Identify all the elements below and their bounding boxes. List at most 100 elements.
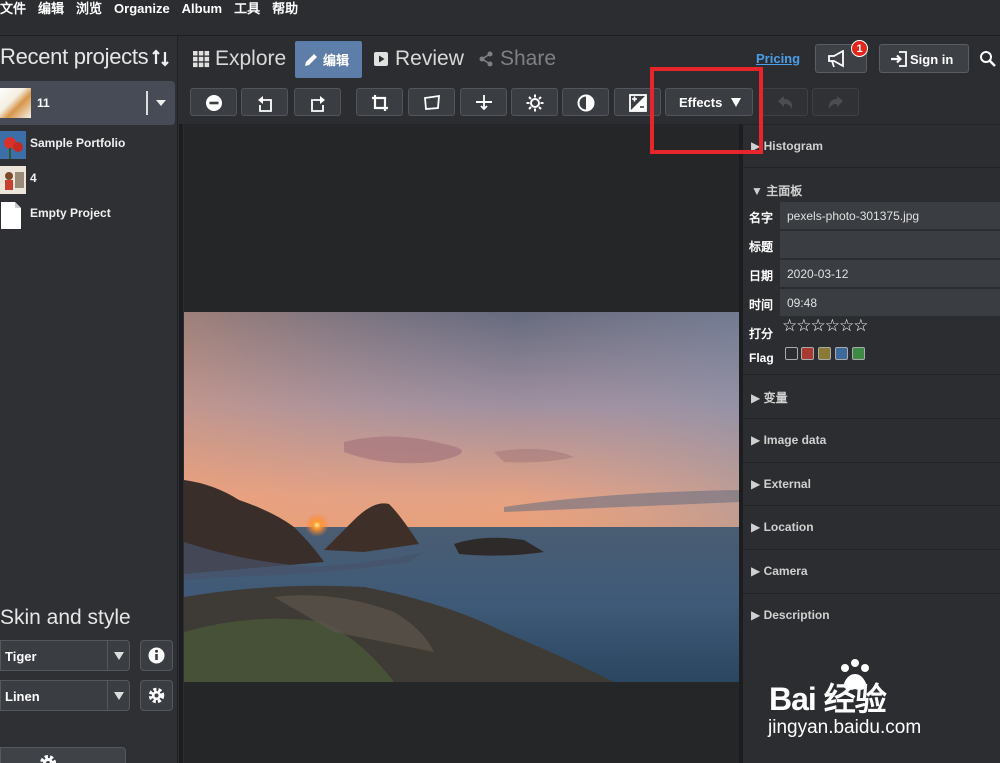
undo-button[interactable] (761, 88, 808, 116)
flag-key: Flag (749, 351, 774, 365)
rotate-left-button[interactable] (241, 88, 288, 116)
section-label: ▶ 变量 (751, 391, 788, 405)
flag-red[interactable] (801, 347, 814, 360)
exposure-icon (629, 94, 647, 112)
star-rating[interactable]: ☆☆☆☆☆☆ (782, 316, 868, 336)
rotate-left-icon (258, 96, 272, 112)
field-name-key: 名字 (749, 211, 774, 225)
contrast-icon (577, 94, 595, 112)
section-variables[interactable]: ▶ 变量 (743, 374, 1000, 417)
megaphone-icon (828, 50, 844, 68)
project-dropdown-toggle[interactable] (146, 91, 170, 115)
field-rating: 打分 ☆☆☆☆☆☆ (743, 316, 1000, 346)
rating-key: 打分 (749, 327, 774, 341)
baidu-watermark: Bai 经验 jingyan.baidu.com (743, 642, 1000, 763)
tab-review[interactable]: Review (373, 40, 464, 78)
signin-label: Sign in (910, 52, 954, 67)
pricing-link[interactable]: Pricing (756, 51, 800, 66)
style-select[interactable]: Linen (0, 680, 130, 711)
section-camera[interactable]: ▶ Camera (743, 549, 1000, 592)
zoom-out-button[interactable] (190, 88, 237, 116)
flag-blue[interactable] (835, 347, 848, 360)
selected-project[interactable]: 11 (0, 81, 175, 125)
perspective-button[interactable] (408, 88, 455, 116)
project-item-sample-portfolio[interactable]: Sample Portfolio (0, 129, 178, 161)
paw-logo-icon (841, 659, 869, 690)
section-label: ▶ Description (751, 608, 830, 622)
project-item-empty-project[interactable]: Empty Project (0, 199, 178, 231)
field-date-input[interactable]: 2020-03-12 (780, 260, 1000, 288)
project-item-label: 4 (30, 171, 37, 185)
crop-icon (372, 95, 388, 111)
section-external[interactable]: ▶ External (743, 462, 1000, 505)
rotate-right-button[interactable] (294, 88, 341, 116)
menu-help[interactable]: 帮助 (266, 0, 304, 20)
info-icon (148, 647, 165, 664)
play-icon (374, 52, 388, 66)
tab-edit[interactable]: 编辑 (295, 41, 362, 78)
field-title-input[interactable] (780, 231, 1000, 259)
settings-button[interactable]: 设置 (0, 747, 126, 763)
section-main-label[interactable]: ▼ 主面板 (751, 182, 802, 199)
crop-button[interactable] (356, 88, 403, 116)
left-splitter[interactable] (179, 124, 183, 763)
field-flag: Flag (743, 344, 1000, 372)
menu-edit[interactable]: 编辑 (32, 0, 70, 20)
section-histogram[interactable]: ▶ Histogram (743, 124, 1000, 167)
section-description[interactable]: ▶ Description (743, 593, 1000, 636)
field-date-key: 日期 (749, 269, 774, 283)
section-image-data[interactable]: ▶ Image data (743, 418, 1000, 461)
menu-browse[interactable]: 浏览 (70, 0, 108, 20)
flag-green[interactable] (852, 347, 865, 360)
tab-edit-label: 编辑 (323, 53, 350, 68)
info-button[interactable] (140, 640, 173, 671)
straighten-button[interactable] (460, 88, 507, 116)
project-thumbnail (0, 88, 31, 118)
document-icon (1, 202, 21, 229)
tab-explore-label: Explore (215, 47, 287, 70)
project-item-4[interactable]: 4 (0, 164, 178, 196)
project-item-label: Empty Project (30, 206, 111, 220)
section-label: ▶ Location (751, 520, 814, 534)
adjust-button[interactable] (511, 88, 558, 116)
watermark-url: jingyan.baidu.com (768, 717, 922, 738)
flag-none[interactable] (785, 347, 798, 360)
grid-icon (193, 51, 210, 68)
section-label: ▶ External (751, 477, 811, 491)
edit-toolbar: Effects (180, 80, 1000, 124)
signin-button[interactable]: Sign in (879, 44, 969, 73)
sort-icon[interactable] (151, 48, 171, 68)
tab-share[interactable]: Share (478, 40, 556, 78)
menu-file[interactable]: 文件 (0, 0, 32, 20)
skin-select[interactable]: Tiger (0, 640, 130, 671)
redo-button[interactable] (812, 88, 859, 116)
undo-icon (778, 96, 793, 109)
pencil-icon (305, 53, 317, 66)
menu-album[interactable]: Album (176, 0, 228, 20)
field-time-input[interactable]: 09:48 (780, 289, 1000, 317)
field-time: 时间 09:48 (743, 289, 1000, 317)
gear-icon (148, 687, 165, 704)
tab-explore[interactable]: Explore (192, 40, 286, 78)
minus-circle-icon (206, 95, 222, 111)
field-name-input[interactable]: pexels-photo-301375.jpg (780, 202, 1000, 230)
section-label: ▶ Image data (751, 433, 827, 447)
tab-review-label: Review (395, 47, 464, 70)
menu-tools[interactable]: 工具 (228, 0, 266, 20)
image-canvas (184, 124, 739, 763)
menu-organize[interactable]: Organize (108, 0, 176, 20)
field-time-key: 时间 (749, 298, 774, 312)
style-select-value: Linen (5, 689, 40, 704)
flag-yellow[interactable] (818, 347, 831, 360)
notification-badge: 1 (851, 40, 868, 57)
search-icon[interactable] (979, 50, 996, 67)
photo-preview (184, 312, 739, 682)
style-settings-button[interactable] (140, 680, 173, 711)
section-location[interactable]: ▶ Location (743, 505, 1000, 548)
redo-icon (828, 96, 843, 109)
project-thumbnail (0, 131, 26, 159)
contrast-button[interactable] (562, 88, 609, 116)
section-main-panel: ▼ 主面板 名字 pexels-photo-301375.jpg 标题 日期 2… (743, 167, 1000, 374)
mode-tabs: Explore 编辑 Review Share Pricing Sign in (184, 36, 1000, 79)
rotate-right-icon (311, 96, 325, 112)
